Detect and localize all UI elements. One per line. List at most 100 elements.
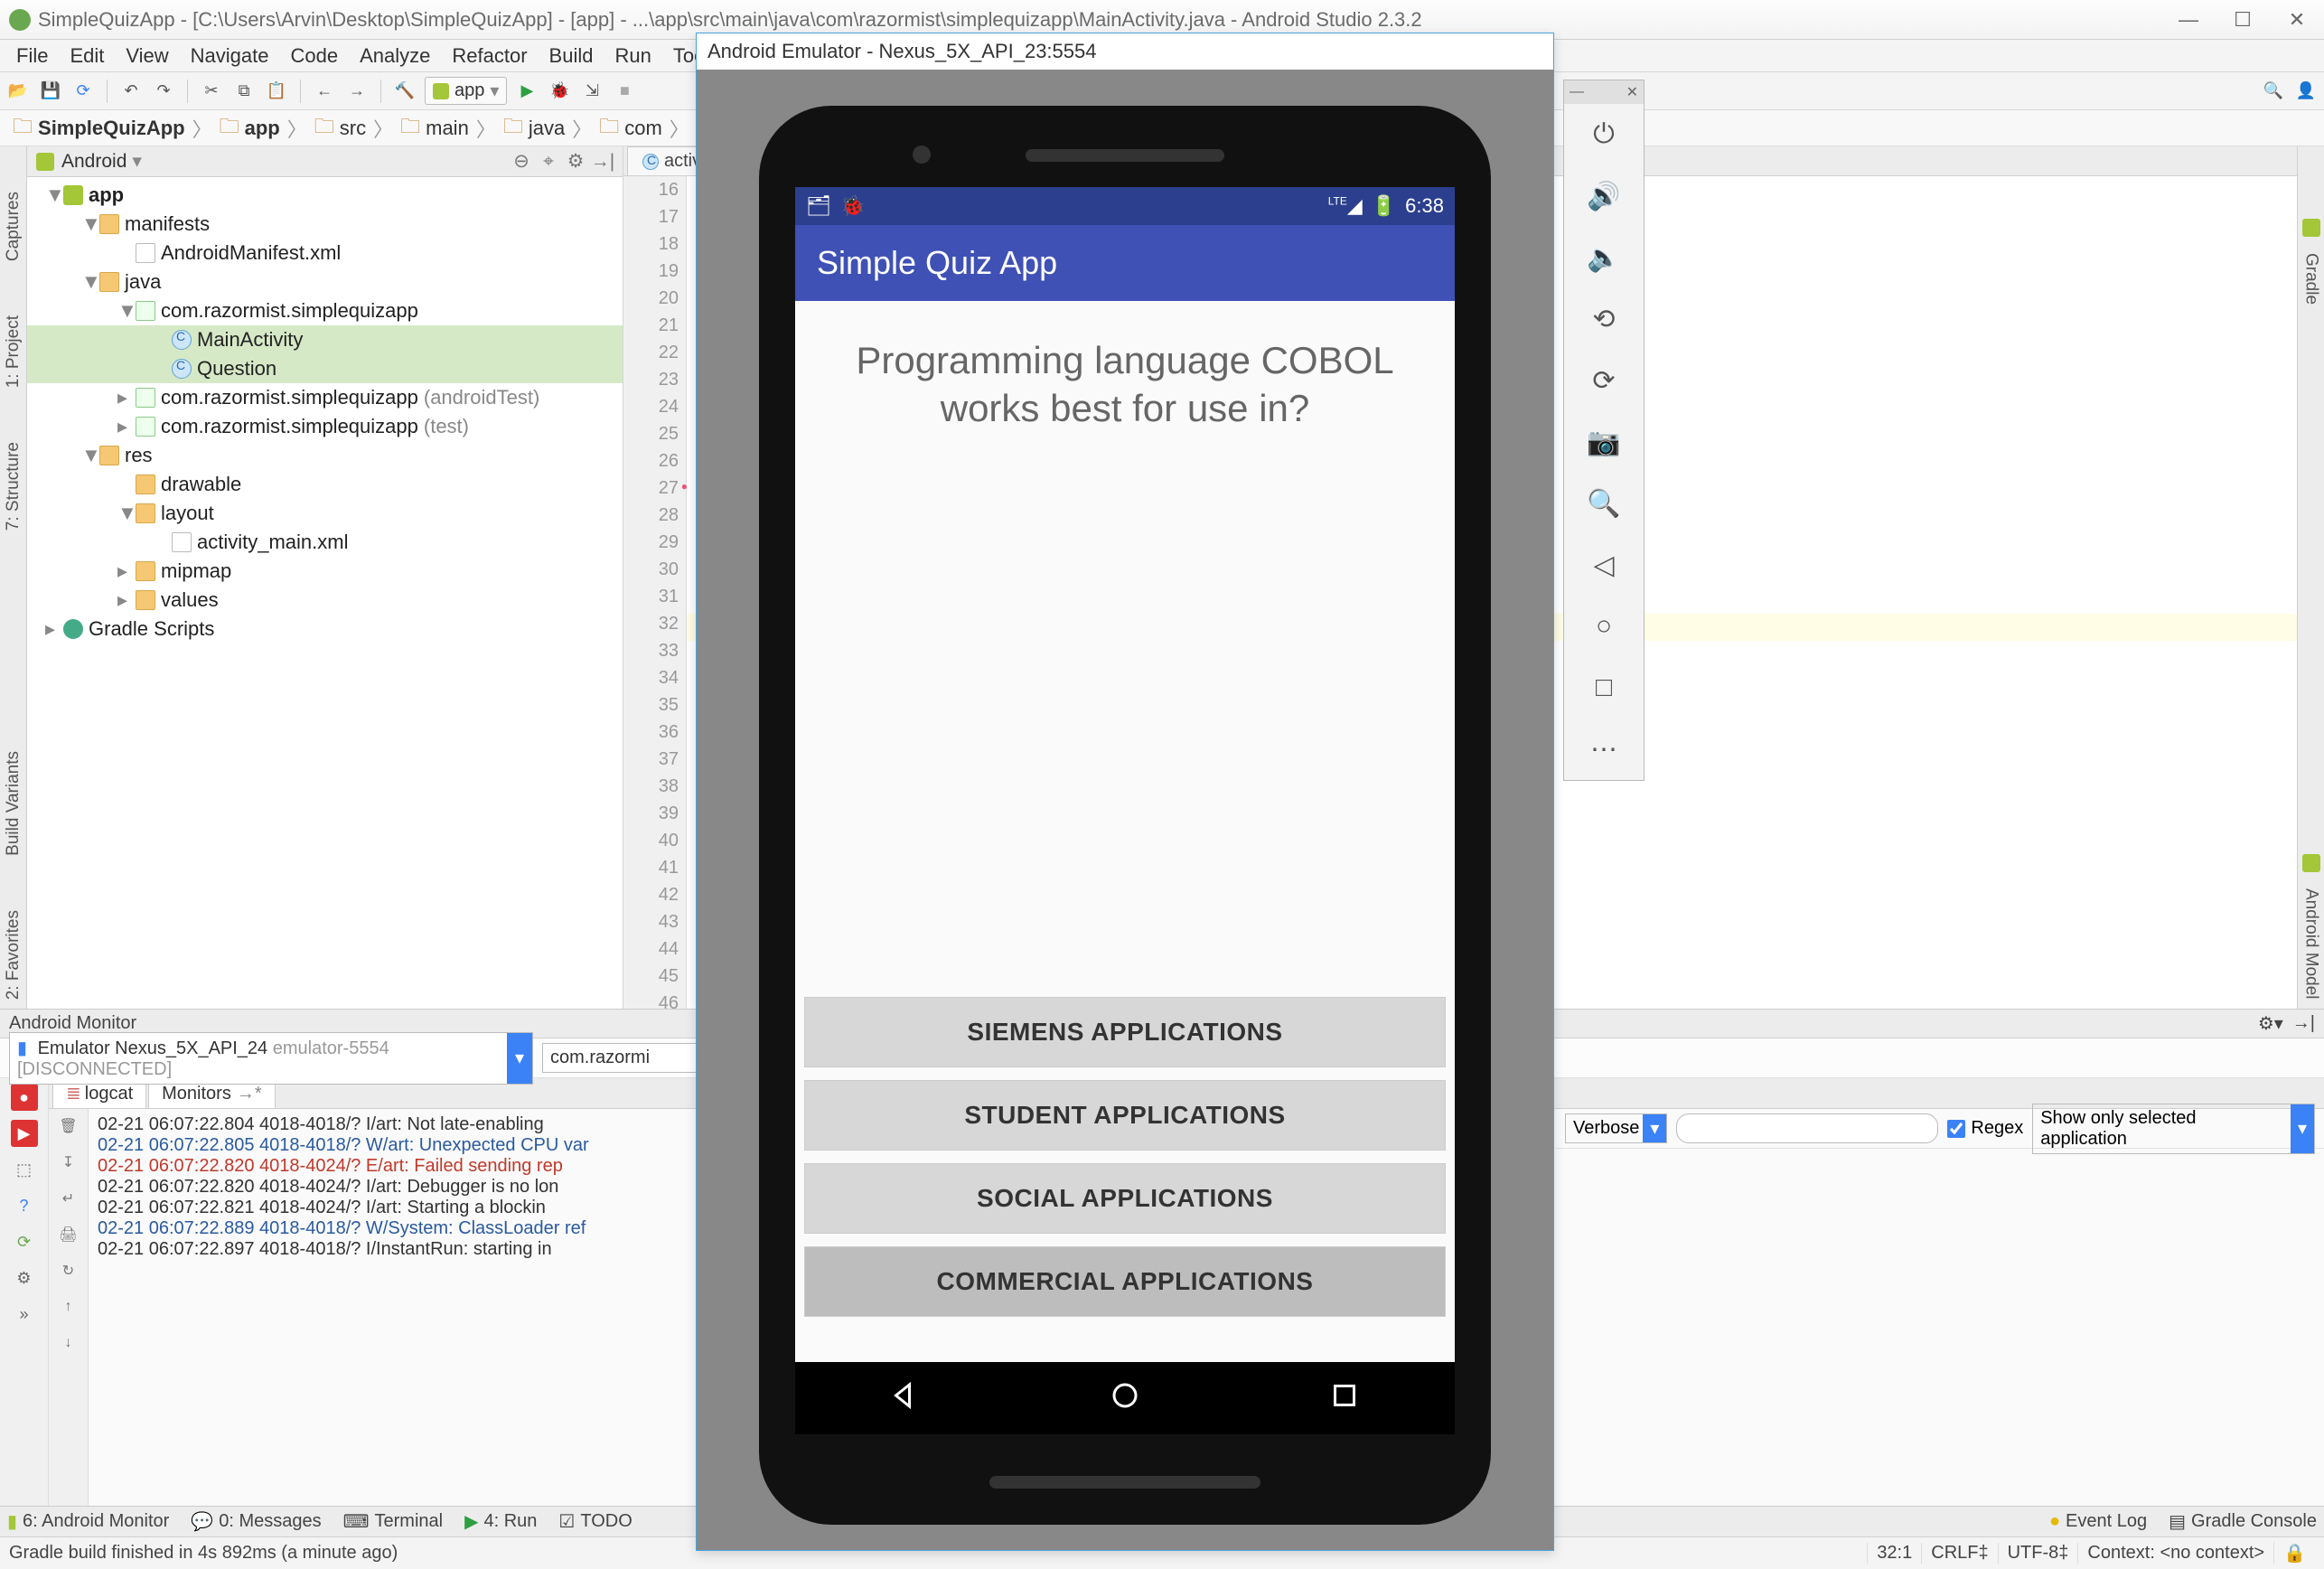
tab-favorites[interactable]: 2: Favorites: [2, 901, 25, 1009]
tab-terminal[interactable]: ⌨Terminal: [343, 1510, 443, 1533]
maximize-button[interactable]: ☐: [2225, 8, 2261, 32]
undo-icon[interactable]: ↶: [118, 79, 144, 104]
tree-res[interactable]: ▼res: [27, 441, 623, 470]
filter-dropdown[interactable]: Show only selected application: [2032, 1104, 2315, 1154]
tree-drawable[interactable]: drawable: [27, 470, 623, 499]
tree-gradle-scripts[interactable]: ▸Gradle Scripts: [27, 615, 623, 644]
tab-event-log[interactable]: ●Event Log: [2049, 1511, 2147, 1532]
emulator-window[interactable]: Android Emulator - Nexus_5X_API_23:5554 …: [696, 33, 1554, 1551]
stop-icon[interactable]: ■: [612, 79, 637, 104]
emu-rotate-right-icon[interactable]: ⟳: [1577, 353, 1631, 408]
emu-volume-down-icon[interactable]: 🔈: [1577, 230, 1631, 285]
emulator-minimize-icon[interactable]: —: [1570, 84, 1584, 100]
back-icon[interactable]: ←: [312, 79, 337, 104]
emu-recents-icon[interactable]: □: [1577, 661, 1631, 715]
soft-wrap-icon[interactable]: ↵: [57, 1187, 80, 1210]
device-screen[interactable]: 🗂 🐞 LTE◢ 🔋 6:38 Simple Quiz App Programm…: [795, 187, 1455, 1434]
gear-icon[interactable]: ⚙: [565, 151, 586, 173]
nav-home-icon[interactable]: [1109, 1379, 1141, 1417]
copy-icon[interactable]: ⧉: [231, 79, 257, 104]
emu-zoom-icon[interactable]: 🔍: [1577, 476, 1631, 531]
make-icon[interactable]: 🔨: [392, 79, 417, 104]
record-icon[interactable]: ●: [11, 1084, 38, 1111]
emu-more-icon[interactable]: ⋯: [1577, 722, 1631, 776]
search-icon[interactable]: 🔍: [2261, 79, 2286, 104]
emu-camera-icon[interactable]: 📷: [1577, 415, 1631, 469]
emu-volume-up-icon[interactable]: 🔊: [1577, 169, 1631, 223]
answer-button-1[interactable]: SIEMENS APPLICATIONS: [804, 997, 1446, 1067]
answer-button-3[interactable]: SOCIAL APPLICATIONS: [804, 1163, 1446, 1234]
collapse-icon[interactable]: ⊖: [511, 151, 532, 173]
nav-back-icon[interactable]: [889, 1379, 922, 1417]
sync-icon[interactable]: ⟳: [70, 79, 96, 104]
hide-icon[interactable]: →|: [592, 151, 614, 173]
emu-rotate-left-icon[interactable]: ⟲: [1577, 292, 1631, 346]
answer-button-2[interactable]: STUDENT APPLICATIONS: [804, 1080, 1446, 1151]
menu-file[interactable]: File: [5, 44, 59, 68]
run-config-dropdown[interactable]: app ▾: [425, 77, 507, 105]
help-icon[interactable]: ?: [11, 1192, 38, 1219]
tab-gradle-console[interactable]: ▤Gradle Console: [2169, 1510, 2317, 1533]
tab-android-model[interactable]: Android Model: [2300, 879, 2323, 1009]
tree-question[interactable]: Question: [27, 354, 623, 383]
level-dropdown[interactable]: Verbose: [1565, 1113, 1667, 1143]
monitor-gear-icon[interactable]: ⚙▾: [2258, 1012, 2283, 1035]
emu-back-icon[interactable]: ◁: [1577, 538, 1631, 592]
tab-gradle[interactable]: Gradle: [2300, 244, 2323, 314]
menu-build[interactable]: Build: [539, 44, 604, 68]
tree-values[interactable]: ▸values: [27, 586, 623, 615]
crumb-src[interactable]: src: [340, 117, 366, 140]
nav-recent-icon[interactable]: [1328, 1379, 1361, 1417]
menu-refactor[interactable]: Refactor: [441, 44, 538, 68]
save-icon[interactable]: 💾: [38, 79, 63, 104]
emu-power-icon[interactable]: ⏻: [1577, 108, 1631, 162]
tree-mainactivity[interactable]: MainActivity: [27, 325, 623, 354]
paste-icon[interactable]: 📋: [264, 79, 289, 104]
down-icon[interactable]: ↓: [57, 1331, 80, 1355]
tab-messages[interactable]: 💬0: Messages: [191, 1510, 321, 1533]
menu-view[interactable]: View: [115, 44, 179, 68]
answer-button-4[interactable]: COMMERCIAL APPLICATIONS: [804, 1246, 1446, 1317]
tab-todo[interactable]: ☑TODO: [558, 1510, 632, 1533]
screenshot-icon[interactable]: ▶: [11, 1120, 38, 1147]
crumb-java[interactable]: java: [529, 117, 565, 140]
scroll-end-icon[interactable]: ↧: [57, 1151, 80, 1174]
menu-code[interactable]: Code: [280, 44, 350, 68]
logcat-search[interactable]: [1676, 1113, 1938, 1143]
status-lock-icon[interactable]: 🔒: [2273, 1542, 2315, 1564]
regex-checkbox[interactable]: Regex: [1947, 1118, 2023, 1139]
user-icon[interactable]: 👤: [2293, 79, 2319, 104]
menu-edit[interactable]: Edit: [59, 44, 115, 68]
target-icon[interactable]: ⌖: [538, 151, 559, 173]
tree-manifest-file[interactable]: AndroidManifest.xml: [27, 239, 623, 268]
emu-home-icon[interactable]: ○: [1577, 599, 1631, 653]
tree-mipmap[interactable]: ▸mipmap: [27, 557, 623, 586]
minimize-button[interactable]: —: [2170, 8, 2207, 32]
restart-log-icon[interactable]: ↻: [57, 1259, 80, 1282]
menu-run[interactable]: Run: [604, 44, 661, 68]
more-icon[interactable]: »: [11, 1301, 38, 1328]
tab-structure[interactable]: 7: Structure: [2, 433, 25, 540]
tab-build-variants[interactable]: Build Variants: [2, 742, 25, 865]
tree-pkg[interactable]: ▼com.razormist.simplequizapp: [27, 296, 623, 325]
tree-activity-main[interactable]: activity_main.xml: [27, 528, 623, 557]
monitor-hide-icon[interactable]: →|: [2292, 1013, 2315, 1034]
forward-icon[interactable]: →: [344, 79, 370, 104]
tree-java[interactable]: ▼java: [27, 268, 623, 296]
clear-icon[interactable]: 🗑: [57, 1114, 80, 1138]
tree-layout[interactable]: ▼layout: [27, 499, 623, 528]
close-button[interactable]: ✕: [2279, 8, 2315, 32]
crumb-main[interactable]: main: [426, 117, 469, 140]
crumb-app[interactable]: app: [245, 117, 280, 140]
restart-icon[interactable]: ⟳: [11, 1228, 38, 1255]
tab-run[interactable]: ▶4: Run: [464, 1510, 537, 1533]
run-icon[interactable]: ▶: [514, 79, 539, 104]
project-view-mode[interactable]: Android: [61, 151, 127, 173]
status-context[interactable]: Context: <no context>: [2077, 1543, 2273, 1564]
status-eol[interactable]: CRLF‡: [1921, 1543, 1997, 1564]
tree-pkg-androidtest[interactable]: ▸com.razormist.simplequizapp(androidTest…: [27, 383, 623, 412]
settings-icon[interactable]: ⚙: [11, 1264, 38, 1292]
tab-captures[interactable]: Captures: [2, 183, 25, 270]
layout-inspector-icon[interactable]: ⬚: [11, 1156, 38, 1183]
open-icon[interactable]: 📂: [5, 79, 31, 104]
